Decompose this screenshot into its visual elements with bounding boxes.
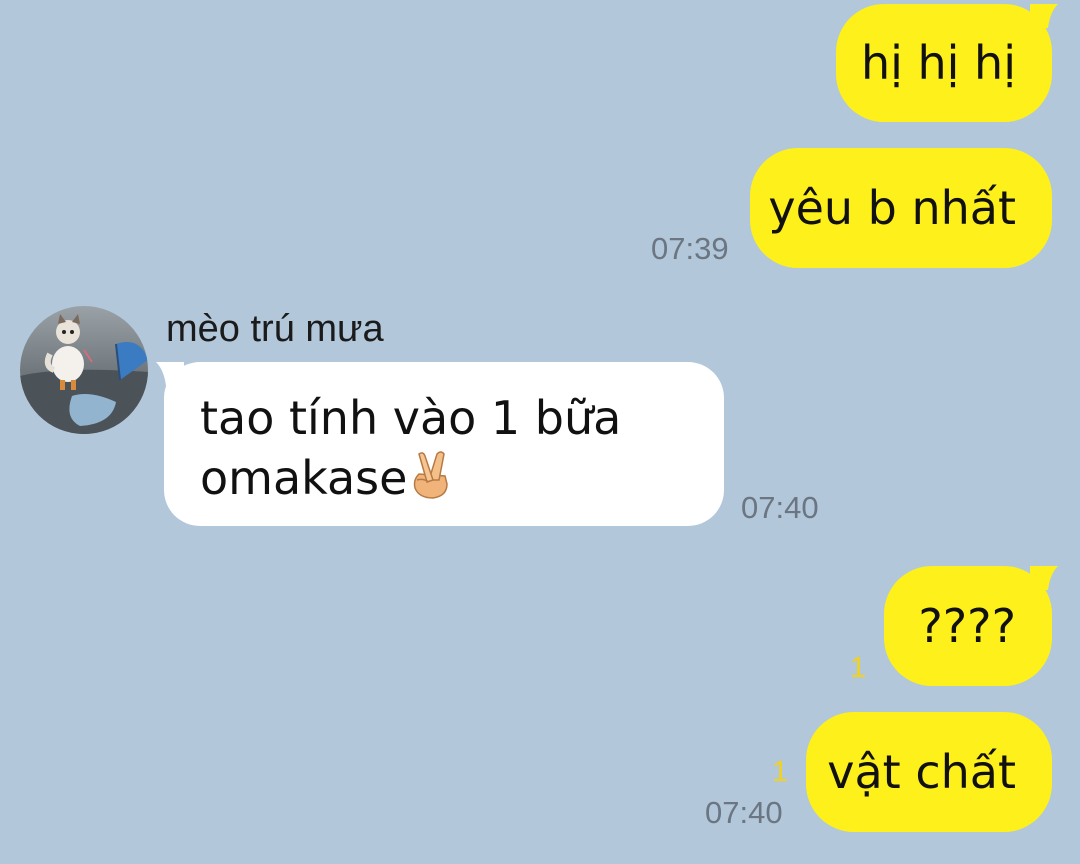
- outgoing-message[interactable]: yêu b nhất: [750, 148, 1052, 268]
- message-text: vật chất: [827, 745, 1016, 799]
- kitten-umbrella-avatar-icon: [20, 306, 148, 434]
- unread-count: 1: [772, 756, 789, 788]
- message-time: 07:40: [705, 795, 783, 830]
- sender-name: mèo trú mưa: [166, 308, 384, 350]
- message-time: 07:39: [651, 231, 729, 266]
- unread-count: 1: [850, 652, 867, 684]
- outgoing-message[interactable]: hị hị hị: [836, 4, 1052, 122]
- contact-avatar[interactable]: [20, 306, 148, 434]
- outgoing-message[interactable]: ????: [884, 566, 1052, 686]
- message-text: ????: [918, 599, 1016, 653]
- message-text: hị hị hị: [860, 36, 1016, 90]
- message-text: yêu b nhất: [768, 181, 1016, 235]
- outgoing-message[interactable]: vật chất: [806, 712, 1052, 832]
- bubble-tail-icon: [1030, 4, 1058, 28]
- bubble-tail-icon: [1030, 566, 1058, 590]
- chat-window: hị hị hị yêu b nhất 07:39 mèo trú mưa ta…: [0, 0, 1080, 864]
- message-text: tao tính vào 1 bữa: [200, 391, 622, 445]
- crossed-fingers-icon: [414, 451, 449, 499]
- message-time: 07:40: [741, 490, 819, 525]
- message-text-line: omakase: [200, 448, 688, 508]
- incoming-message[interactable]: tao tính vào 1 bữa omakase: [164, 362, 724, 526]
